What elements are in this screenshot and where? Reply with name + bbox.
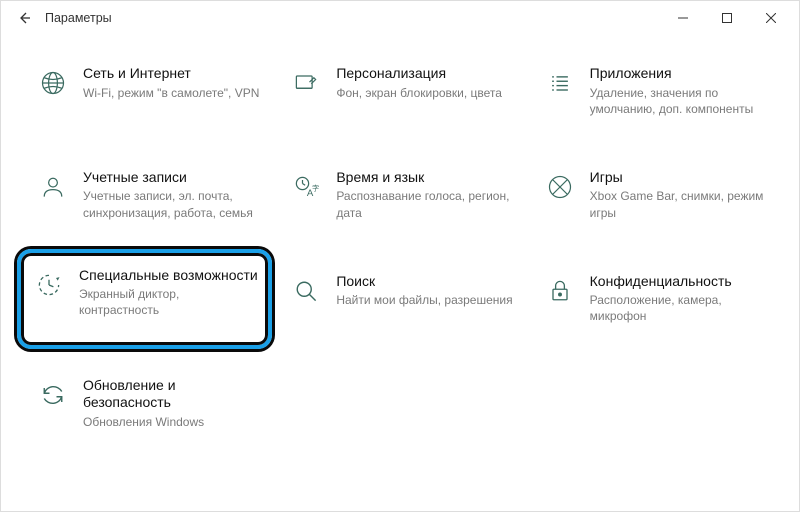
tile-title: Приложения <box>590 65 767 83</box>
tile-title: Конфиденциальность <box>590 273 767 291</box>
tile-title: Сеть и Интернет <box>83 65 260 83</box>
tile-title: Обновление и безопасность <box>83 377 260 412</box>
tile-title: Специальные возможности <box>79 267 260 285</box>
tile-personalization[interactable]: Персонализация Фон, экран блокировки, цв… <box>282 59 517 123</box>
tile-subtitle: Экранный диктор, контрастность <box>79 286 260 318</box>
window-controls <box>661 1 793 35</box>
titlebar: Параметры <box>1 1 799 35</box>
tile-title: Поиск <box>336 273 513 291</box>
tile-accounts[interactable]: Учетные записи Учетные записи, эл. почта… <box>29 163 264 227</box>
tile-privacy[interactable]: Конфиденциальность Расположение, камера,… <box>536 267 771 331</box>
search-icon <box>290 275 322 307</box>
paint-icon <box>290 67 322 99</box>
tile-subtitle: Распознавание голоса, регион, дата <box>336 188 513 220</box>
tile-ease-of-access[interactable]: Специальные возможности Экранный диктор,… <box>29 267 260 319</box>
time-language-icon: A 字 <box>290 171 322 203</box>
tile-subtitle: Расположение, камера, микрофон <box>590 292 767 324</box>
tile-title: Время и язык <box>336 169 513 187</box>
minimize-button[interactable] <box>661 1 705 35</box>
back-arrow-icon <box>16 10 32 26</box>
ease-of-access-icon <box>33 269 65 301</box>
maximize-icon <box>722 13 732 23</box>
minimize-icon <box>678 13 688 23</box>
tile-subtitle: Учетные записи, эл. почта, синхронизация… <box>83 188 260 220</box>
close-button[interactable] <box>749 1 793 35</box>
settings-content: Сеть и Интернет Wi-Fi, режим "в самолете… <box>1 35 799 446</box>
empty-cell <box>536 371 771 436</box>
tile-subtitle: Wi-Fi, режим "в самолете", VPN <box>83 85 260 101</box>
settings-grid: Сеть и Интернет Wi-Fi, режим "в самолете… <box>29 59 771 436</box>
tile-subtitle: Обновления Windows <box>83 414 260 430</box>
tile-subtitle: Фон, экран блокировки, цвета <box>336 85 513 101</box>
svg-text:字: 字 <box>312 183 319 192</box>
back-button[interactable] <box>7 1 41 35</box>
tile-subtitle: Найти мои файлы, разрешения <box>336 292 513 308</box>
apps-list-icon <box>544 67 576 99</box>
tile-subtitle: Удаление, значения по умолчанию, доп. ко… <box>590 85 767 117</box>
maximize-button[interactable] <box>705 1 749 35</box>
tile-time-language[interactable]: A 字 Время и язык Распознавание голоса, р… <box>282 163 517 227</box>
window-title: Параметры <box>45 11 112 25</box>
tile-title: Учетные записи <box>83 169 260 187</box>
globe-icon <box>37 67 69 99</box>
tile-subtitle: Xbox Game Bar, снимки, режим игры <box>590 188 767 220</box>
person-icon <box>37 171 69 203</box>
tile-network[interactable]: Сеть и Интернет Wi-Fi, режим "в самолете… <box>29 59 264 123</box>
tile-title: Игры <box>590 169 767 187</box>
close-icon <box>766 13 776 23</box>
sync-icon <box>37 379 69 411</box>
tile-search[interactable]: Поиск Найти мои файлы, разрешения <box>282 267 517 331</box>
lock-icon <box>544 275 576 307</box>
empty-cell <box>282 371 517 436</box>
tile-apps[interactable]: Приложения Удаление, значения по умолчан… <box>536 59 771 123</box>
tile-gaming[interactable]: Игры Xbox Game Bar, снимки, режим игры <box>536 163 771 227</box>
highlight-ease-of-access: Специальные возможности Экранный диктор,… <box>17 249 272 349</box>
tile-update-security[interactable]: Обновление и безопасность Обновления Win… <box>29 371 264 436</box>
tile-title: Персонализация <box>336 65 513 83</box>
xbox-icon <box>544 171 576 203</box>
